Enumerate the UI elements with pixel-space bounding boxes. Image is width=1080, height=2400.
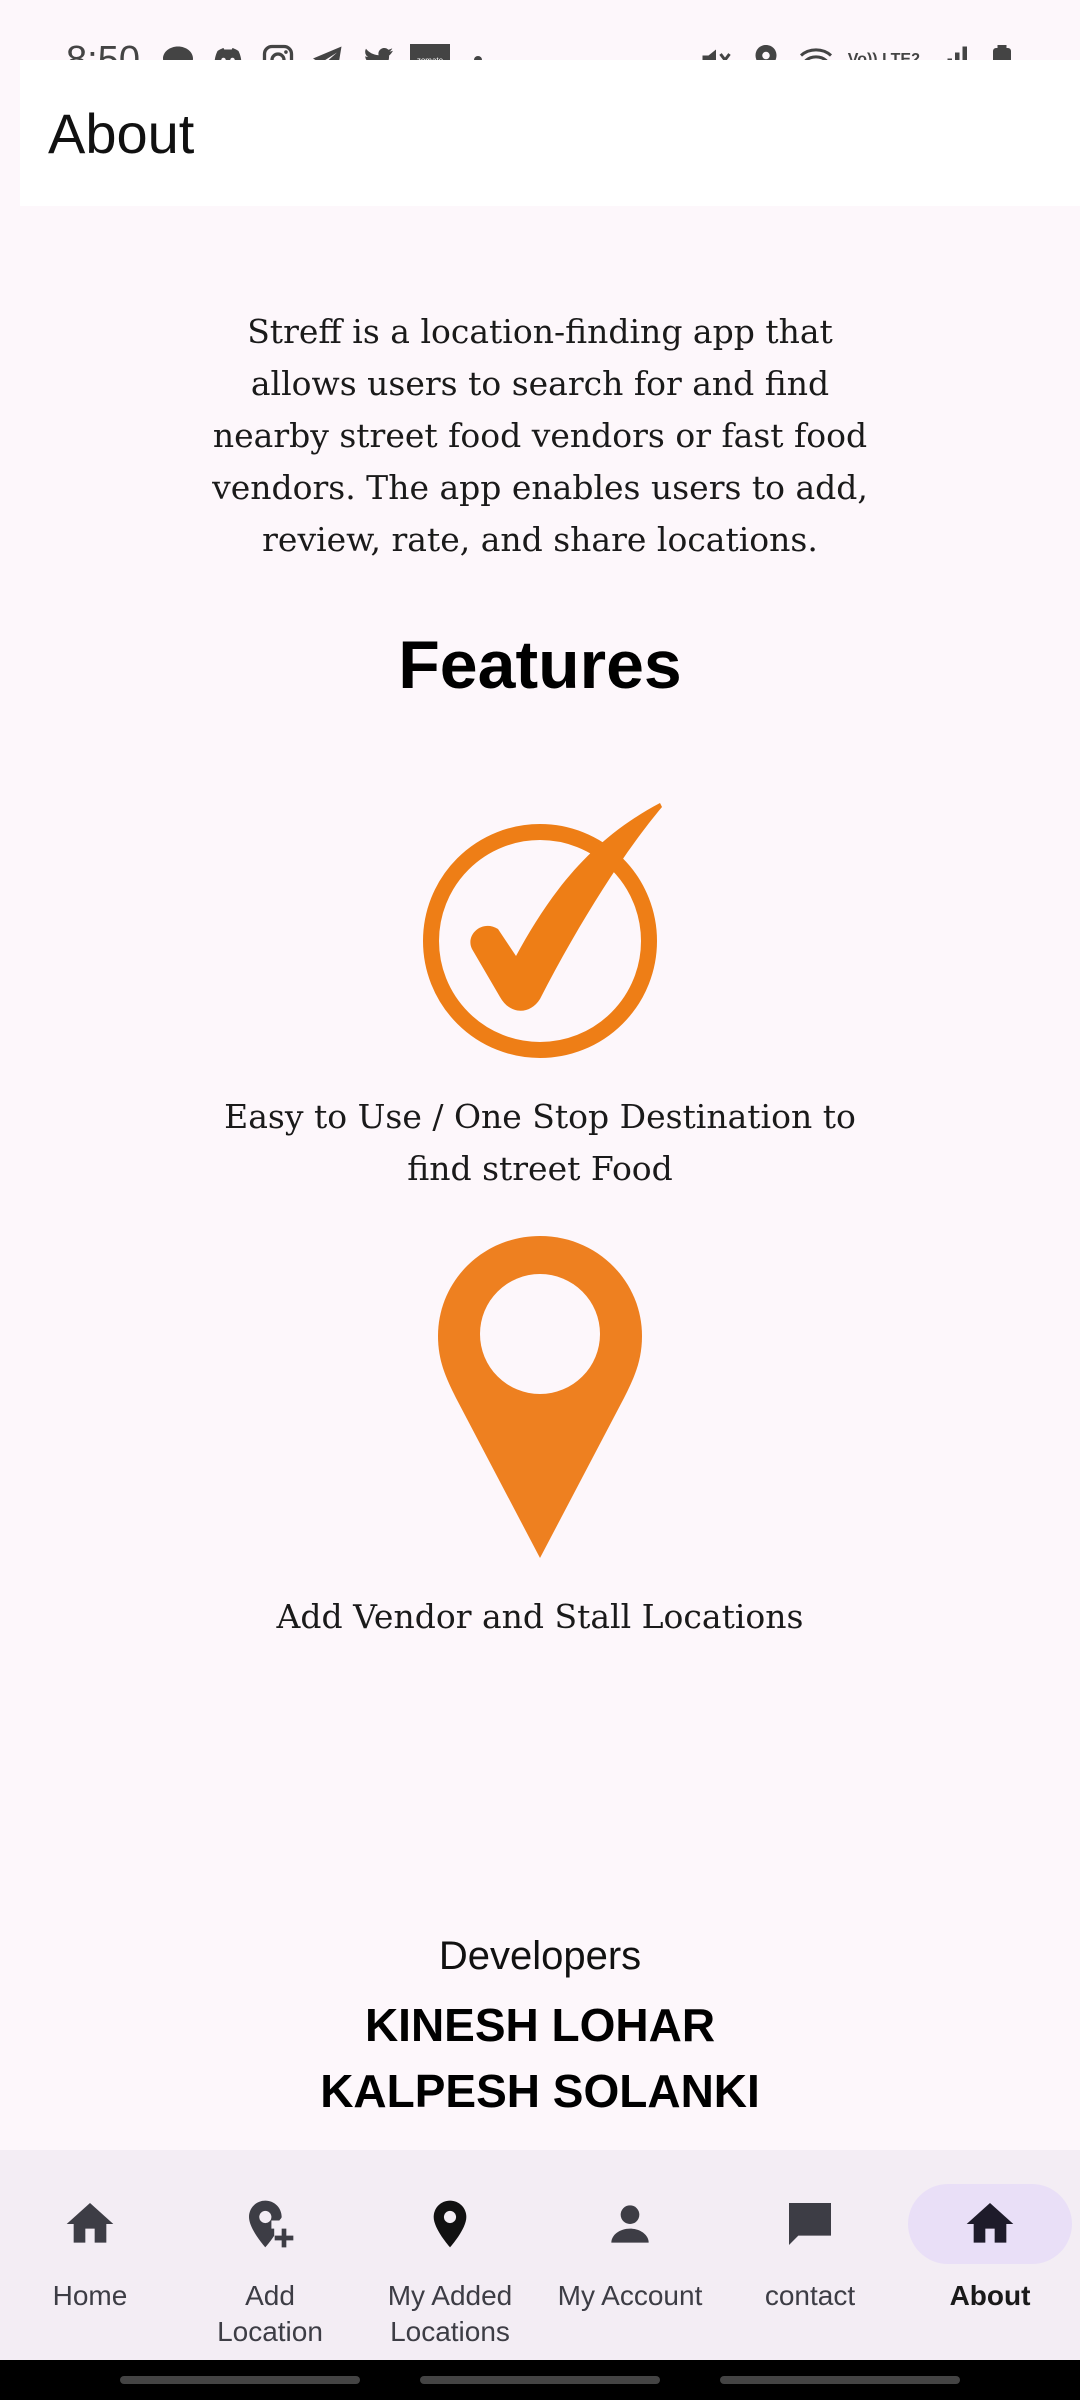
- nav-label: contact: [764, 2280, 856, 2311]
- features-heading: Features: [398, 627, 682, 703]
- nav-pill: [8, 2184, 172, 2264]
- add-location-icon: [249, 2200, 294, 2248]
- person-icon: [611, 2205, 649, 2243]
- feature-text-easy-to-use: Easy to Use / One Stop Destination to fi…: [224, 1097, 856, 1188]
- gesture-bar: [0, 2360, 1080, 2400]
- feature-text-add-vendor: Add Vendor and Stall Locations: [276, 1597, 804, 1636]
- nav-item-add-location[interactable]: Add Location: [180, 2150, 360, 2360]
- home-icon: [966, 2203, 1014, 2243]
- nav-label: My Account: [557, 2280, 703, 2311]
- app-description: Streff is a location-finding app that al…: [212, 312, 868, 559]
- nav-item-about[interactable]: About: [900, 2150, 1080, 2360]
- nav-item-contact[interactable]: contact: [720, 2150, 900, 2360]
- nav-label: My Added Locations: [387, 2280, 513, 2347]
- map-pin-icon: [438, 1236, 642, 1558]
- page-title: About: [48, 101, 195, 165]
- developer-name: KALPESH SOLANKI: [320, 2065, 760, 2117]
- nav-label: Home: [52, 2280, 128, 2311]
- nav-item-my-account[interactable]: My Account: [540, 2150, 720, 2360]
- gesture-handle[interactable]: [720, 2376, 960, 2384]
- location-pin-icon: [433, 2200, 467, 2248]
- bottom-navigation: Home Add Location My Added Locations My Ac…: [0, 2150, 1080, 2360]
- nav-pill: [188, 2184, 352, 2264]
- nav-item-home[interactable]: Home: [0, 2150, 180, 2360]
- nav-label: Add Location: [217, 2280, 323, 2347]
- chat-icon: [789, 2203, 831, 2245]
- home-icon: [66, 2203, 114, 2243]
- nav-pill: [368, 2184, 532, 2264]
- check-circle-icon: [420, 801, 665, 1061]
- gesture-handle[interactable]: [120, 2376, 360, 2384]
- nav-label: About: [949, 2280, 1031, 2311]
- gesture-handle[interactable]: [420, 2376, 660, 2384]
- nav-item-my-added-locations[interactable]: My Added Locations: [360, 2150, 540, 2360]
- nav-pill-active: [908, 2184, 1072, 2264]
- developer-name: KINESH LOHAR: [364, 1999, 716, 2051]
- developers-label: Developers: [438, 1934, 642, 1978]
- nav-pill: [728, 2184, 892, 2264]
- app-bar: About: [20, 60, 1080, 206]
- nav-pill: [548, 2184, 712, 2264]
